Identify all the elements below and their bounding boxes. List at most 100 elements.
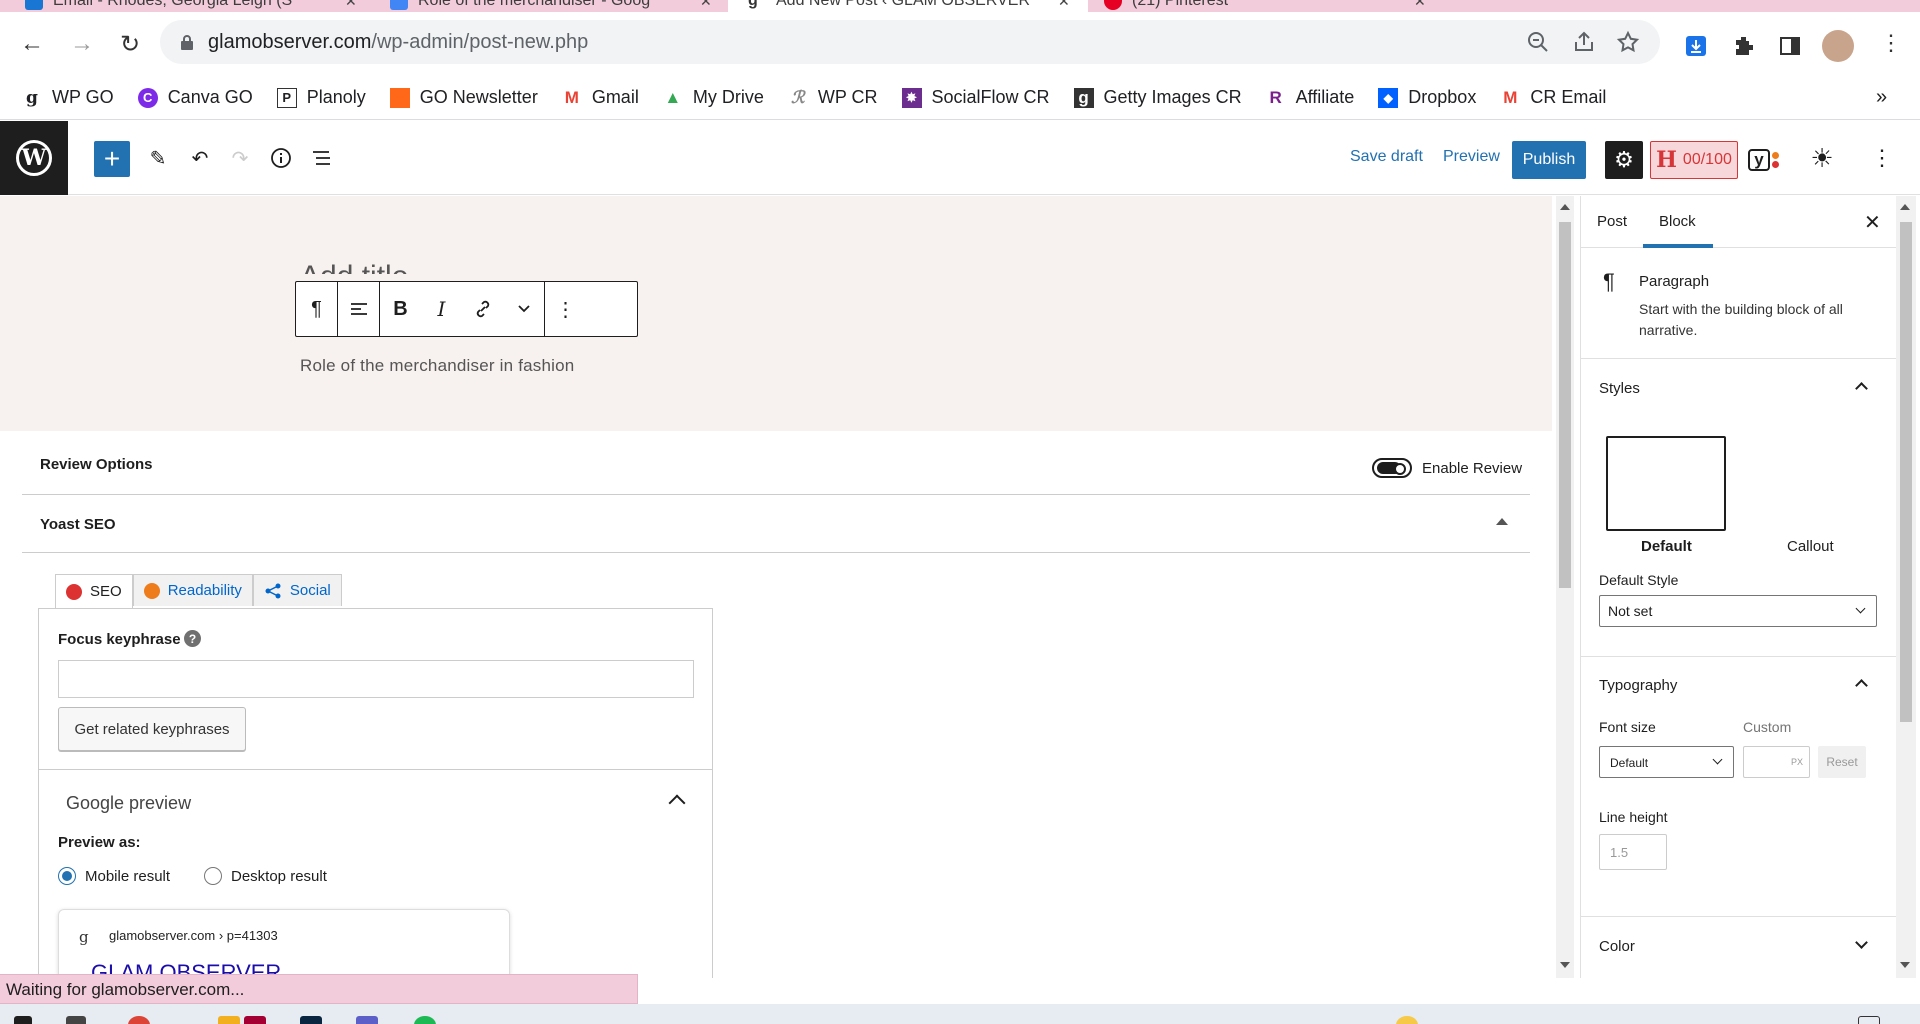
headline-score-button[interactable]: H 00/100 — [1650, 141, 1738, 179]
yoast-seo-panel-header[interactable]: Yoast SEO — [22, 496, 1530, 553]
bookmark-planoly[interactable]: P Planoly — [276, 87, 366, 108]
dark-mode-sun-icon[interactable]: ☀ — [1806, 142, 1838, 174]
spotify-icon[interactable] — [414, 1016, 436, 1024]
get-related-keyphrases-button[interactable]: Get related keyphrases — [58, 707, 246, 751]
start-icon[interactable] — [14, 1016, 32, 1024]
scroll-up-arrow-icon[interactable] — [1900, 204, 1910, 210]
block-inserter-button[interactable]: + — [94, 141, 130, 177]
block-options-icon[interactable]: ⋮ — [545, 282, 586, 336]
more-formatting-chevron-down-icon[interactable] — [503, 282, 544, 336]
wordpress-logo[interactable]: W — [0, 121, 68, 195]
close-tab-icon[interactable]: ✕ — [1058, 0, 1070, 10]
browser-tab-docs[interactable]: Role of the merchandiser - Goog ✕ — [390, 0, 712, 12]
browser-tab-email[interactable]: Email - Rhodes, Georgia Leigh (S ✕ — [25, 0, 357, 12]
sidebar-scrollbar[interactable] — [1896, 196, 1916, 978]
bookmark-dropbox[interactable]: ◆ Dropbox — [1378, 87, 1476, 108]
yoast-button[interactable]: y — [1748, 143, 1784, 177]
publish-button[interactable]: Publish — [1512, 141, 1586, 179]
paragraph-icon[interactable]: ¶ — [296, 282, 337, 336]
bookmark-wp-go[interactable]: g WP GO — [22, 87, 114, 108]
redo-icon[interactable]: ↷ — [224, 142, 256, 174]
zoom-icon[interactable] — [1526, 30, 1550, 54]
tab-seo[interactable]: SEO — [55, 574, 133, 608]
custom-font-size-input[interactable]: PX — [1743, 746, 1810, 778]
app-icon[interactable] — [244, 1016, 266, 1024]
extensions-icon[interactable] — [1732, 34, 1756, 58]
focus-keyphrase-input[interactable] — [58, 660, 694, 698]
bookmark-my-drive[interactable]: ▲ My Drive — [663, 87, 763, 108]
settings-gear-icon[interactable]: ⚙ — [1605, 141, 1643, 179]
tab-readability[interactable]: Readability — [132, 574, 253, 606]
bookmark-canva-go[interactable]: C Canva GO — [137, 87, 253, 108]
font-size-select[interactable]: Default — [1599, 746, 1734, 778]
desktop-result-radio[interactable]: Desktop result — [204, 867, 327, 885]
chevron-up-icon[interactable] — [1855, 382, 1868, 395]
teams-icon[interactable] — [356, 1016, 378, 1024]
bookmark-getty-images-cr[interactable]: g Getty Images CR — [1073, 87, 1242, 108]
close-tab-icon[interactable]: ✕ — [700, 0, 712, 10]
bookmark-star-icon[interactable] — [1616, 30, 1640, 54]
share-icon[interactable] — [1572, 30, 1596, 54]
style-default-label[interactable]: Default — [1641, 538, 1692, 555]
close-icon[interactable]: ✕ — [1864, 210, 1881, 235]
align-left-icon[interactable] — [338, 282, 379, 336]
bookmark-go-newsletter[interactable]: GO Newsletter — [389, 87, 538, 108]
scroll-up-arrow-icon[interactable] — [1560, 204, 1570, 210]
tab-block[interactable]: Block — [1659, 213, 1696, 230]
link-icon[interactable] — [462, 282, 503, 336]
browser-tab-pinterest[interactable]: (21) Pinterest ✕ — [1104, 0, 1426, 12]
scrollbar-thumb[interactable] — [1559, 222, 1571, 588]
chevron-up-icon[interactable] — [1855, 679, 1868, 692]
chevron-up-icon[interactable] — [668, 794, 686, 812]
scrollbar-thumb[interactable] — [1900, 222, 1912, 722]
default-style-select[interactable]: Not set — [1599, 595, 1877, 627]
paragraph-block[interactable]: Role of the merchandiser in fashion — [300, 356, 574, 376]
more-bookmarks-icon[interactable]: » — [1876, 86, 1887, 109]
bold-icon[interactable]: B — [380, 282, 421, 336]
browser-tab-add-new-post[interactable]: g Add New Post ‹ GLAM OBSERVER ✕ — [728, 0, 1088, 12]
bookmark-affiliate[interactable]: R Affiliate — [1266, 87, 1354, 108]
google-preview-title[interactable]: Google preview — [66, 793, 191, 814]
close-tab-icon[interactable]: ✕ — [1414, 0, 1426, 10]
notifications-icon[interactable] — [1858, 1016, 1880, 1024]
save-draft-button[interactable]: Save draft — [1350, 148, 1423, 166]
bookmark-wp-cr[interactable]: ℛ WP CR — [788, 87, 877, 108]
bookmark-gmail[interactable]: M Gmail — [562, 87, 639, 108]
tab-social[interactable]: Social — [252, 574, 342, 606]
forward-icon[interactable]: → — [66, 28, 98, 60]
side-panel-icon[interactable] — [1778, 34, 1802, 58]
close-tab-icon[interactable]: ✕ — [345, 0, 357, 10]
details-info-icon[interactable] — [265, 142, 297, 174]
scroll-down-arrow-icon[interactable] — [1560, 962, 1570, 968]
post-title-peek[interactable]: Add title — [300, 262, 408, 274]
profile-avatar[interactable] — [1822, 30, 1854, 62]
list-view-icon[interactable] — [306, 142, 338, 174]
tab-post[interactable]: Post — [1597, 213, 1627, 230]
preview-button[interactable]: Preview — [1443, 148, 1500, 166]
italic-icon[interactable]: I — [421, 282, 462, 336]
enable-review-toggle[interactable] — [1372, 458, 1412, 478]
reload-icon[interactable]: ↻ — [114, 28, 146, 60]
app-icon[interactable] — [300, 1016, 322, 1024]
bookmark-socialflow-cr[interactable]: ✸ SocialFlow CR — [901, 87, 1050, 108]
style-callout-label[interactable]: Callout — [1787, 538, 1834, 555]
editor-scrollbar[interactable] — [1556, 196, 1574, 978]
task-view-icon[interactable] — [66, 1016, 86, 1024]
weather-icon[interactable] — [1396, 1016, 1418, 1024]
chrome-icon[interactable] — [128, 1016, 150, 1024]
chevron-down-icon[interactable] — [1855, 936, 1868, 949]
reset-button[interactable]: Reset — [1818, 746, 1866, 778]
download-icon[interactable] — [1684, 34, 1708, 58]
line-height-input[interactable]: 1.5 — [1599, 834, 1667, 870]
mobile-result-radio[interactable]: Mobile result — [58, 867, 170, 885]
bookmark-cr-email[interactable]: M CR Email — [1500, 87, 1606, 108]
file-explorer-icon[interactable] — [218, 1016, 240, 1024]
address-bar[interactable]: glamobserver.com/wp-admin/post-new.php — [160, 20, 1660, 64]
options-menu-icon[interactable]: ⋮ — [1866, 142, 1898, 174]
typography-section-header[interactable]: Typography — [1581, 657, 1901, 713]
chrome-menu-icon[interactable]: ⋮ — [1880, 30, 1902, 56]
collapse-caret-icon[interactable] — [1496, 518, 1508, 525]
url-text[interactable]: glamobserver.com/wp-admin/post-new.php — [208, 31, 588, 54]
undo-icon[interactable]: ↶ — [184, 142, 216, 174]
color-section-header[interactable]: Color — [1581, 916, 1901, 972]
